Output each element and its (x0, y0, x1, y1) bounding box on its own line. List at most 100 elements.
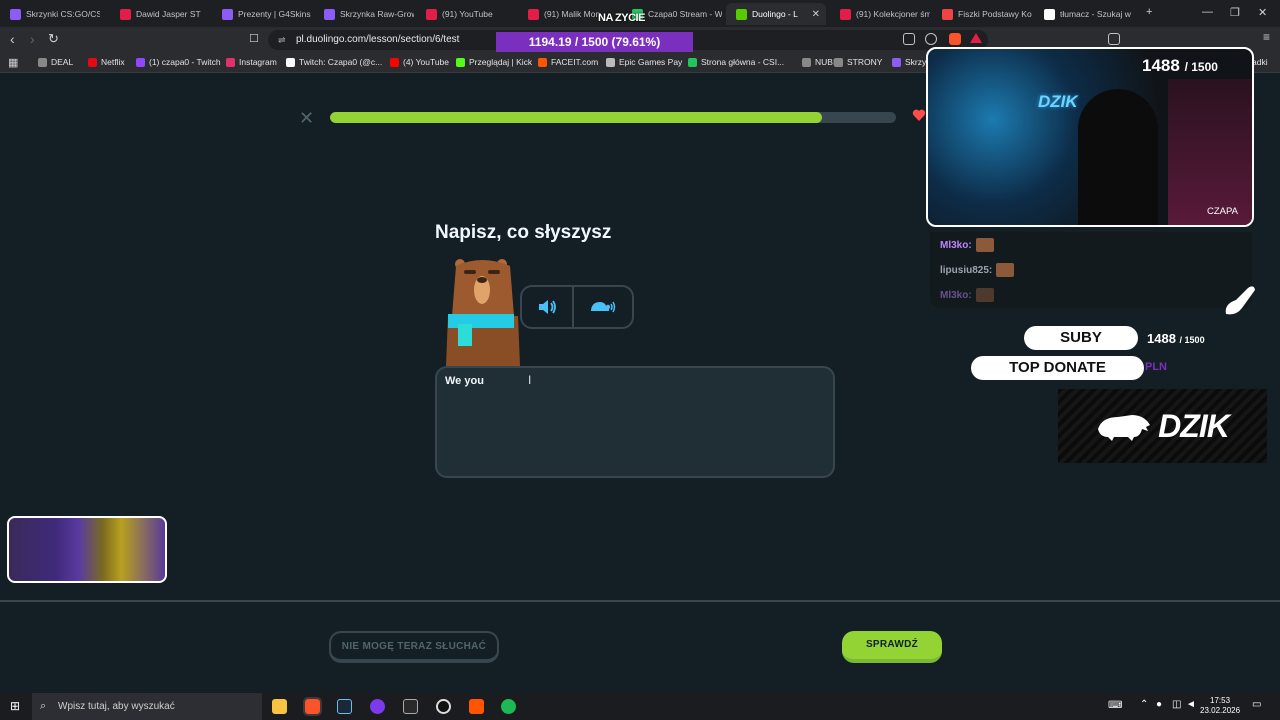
menu-icon[interactable]: ≡ (1263, 30, 1275, 44)
bookmark-item[interactable]: (1) czapa0 - Twitch (136, 57, 221, 67)
chat-user: Ml3ko: (940, 289, 972, 301)
brave-shield-icon[interactable] (949, 33, 961, 45)
subs-max: / 1500 (1179, 335, 1205, 345)
browser-tab[interactable]: (91) Kolekcjoner śm (830, 3, 930, 25)
tab-favicon-icon (222, 8, 233, 20)
bookmark-item[interactable]: Przeglądaj | Kick (456, 57, 532, 67)
bookmark-item[interactable]: Strona główna - CSI... (688, 57, 784, 67)
bookmark-item[interactable]: NUBI (802, 57, 835, 67)
apps-grid-icon[interactable]: ▦ (8, 56, 18, 69)
system-clock[interactable]: 17:53 23.02.2026 (1200, 696, 1240, 716)
answer-textarea[interactable]: We you (435, 366, 835, 478)
streamer-name: CZAPA (1207, 206, 1238, 217)
play-slow-audio-button[interactable] (574, 287, 632, 327)
screen-cast-icon[interactable] (903, 33, 915, 45)
new-tab-icon[interactable]: + (1146, 6, 1152, 18)
cant-listen-button[interactable]: NIE MOGĘ TERAZ SŁUCHAĆ (329, 631, 499, 663)
discord-icon[interactable] (370, 699, 385, 714)
bookmark-icon (802, 57, 811, 67)
cam-sub-counter: 1488 / 1500 (1142, 56, 1218, 76)
tray-chevron-icon[interactable]: ⌃ (1140, 699, 1148, 710)
browser-tab[interactable]: Prezenty | G4Skins (212, 3, 312, 25)
chat-message: Ml3ko: (940, 288, 994, 302)
maximize-icon[interactable]: ❐ (1230, 6, 1240, 19)
bookmark-icon (136, 57, 145, 67)
bookmark-item[interactable]: Epic Games Pay (606, 57, 682, 67)
bookmark-label: Strona główna - CSI... (701, 57, 785, 67)
search-icon: ⌕ (40, 700, 47, 712)
share-icon[interactable] (925, 33, 937, 45)
bear-character-illustration (446, 259, 520, 366)
notifications-icon[interactable]: ▭ (1252, 699, 1261, 710)
dzik-logo-small: DZIK (1038, 92, 1078, 111)
bookmark-icon (606, 57, 615, 67)
dzik-banner-text: DZIK (1158, 407, 1230, 444)
chat-overlay: Ml3ko: lipusiu825: Ml3ko: (930, 232, 1252, 308)
bookmark-item[interactable]: DEAL (38, 57, 73, 67)
bookmark-item[interactable]: FACEIT.com (538, 57, 598, 67)
bookmark-item[interactable]: Netflix (88, 57, 125, 67)
keyboard-icon[interactable]: ⌨ (1108, 700, 1122, 711)
browser-tab[interactable]: tłumacz - Szukaj w (1034, 3, 1134, 25)
tab-label: Skrzynka Raw-Grow (340, 9, 414, 19)
browser-tab[interactable]: (91) YouTube (416, 3, 516, 25)
bookmark-label: Instagram (239, 57, 277, 67)
forward-icon[interactable]: › (30, 32, 35, 46)
brave-browser-icon[interactable] (303, 697, 322, 716)
bookmark-icon (390, 57, 399, 67)
browser-tab[interactable]: Dawid Jasper ST (110, 3, 210, 25)
paw-icon (1225, 286, 1255, 315)
browser-tab[interactable]: Skrzynki CS:GO/CS2 (0, 3, 100, 25)
windows-start-icon[interactable]: ⊞ (10, 699, 20, 713)
browser-tab[interactable]: Duolingo - L ✕ (726, 3, 826, 25)
close-lesson-icon[interactable]: ✕ (299, 108, 314, 129)
back-icon[interactable]: ‹ (10, 32, 15, 46)
faceit-icon[interactable] (469, 699, 484, 714)
chair-illustration (1168, 79, 1252, 225)
microphone-icon[interactable]: ● (1156, 699, 1162, 710)
chat-user: Ml3ko: (940, 239, 972, 251)
bookmark-item[interactable]: Twitch: Czapa0 (@c... (286, 57, 382, 67)
volume-icon[interactable]: ◄ (1186, 699, 1196, 710)
bookmark-icon (538, 57, 547, 67)
tab-favicon-icon (120, 8, 131, 20)
obs-icon[interactable] (436, 699, 451, 714)
bookmark-item[interactable]: STRONY (834, 57, 882, 67)
brave-rewards-icon[interactable] (970, 33, 982, 43)
steam-icon[interactable] (337, 699, 352, 714)
streamer-silhouette (1078, 89, 1158, 225)
site-info-icon[interactable]: ⇌ (278, 30, 286, 50)
bookmark-item[interactable]: Skrzy (892, 57, 926, 67)
check-button[interactable]: SPRAWDŹ (842, 631, 942, 663)
epic-games-icon[interactable] (403, 699, 418, 714)
browser-tab[interactable]: Fiszki Podstawy Kol (932, 3, 1032, 25)
network-icon[interactable]: ◫ (1172, 699, 1181, 710)
extensions-icon[interactable] (1108, 33, 1120, 45)
bookmark-item[interactable]: Instagram (226, 57, 277, 67)
turtle-icon (591, 301, 616, 313)
bookmark-page-icon[interactable]: ☐ (249, 32, 259, 46)
emote-icon (996, 263, 1015, 277)
bookmark-label: FACEIT.com (551, 57, 599, 67)
minimize-icon[interactable]: — (1202, 6, 1213, 18)
cam-sub-count: 1488 (1142, 56, 1180, 75)
close-window-icon[interactable]: ✕ (1258, 6, 1267, 19)
tab-favicon-icon (840, 8, 851, 20)
bookmark-item[interactable]: (4) YouTube (390, 57, 449, 67)
bookmark-icon (456, 57, 465, 67)
browser-tab[interactable]: Skrzynka Raw-Grow (314, 3, 414, 25)
file-explorer-icon[interactable] (272, 699, 287, 714)
close-tab-icon[interactable]: ✕ (812, 9, 820, 20)
tab-favicon-icon (942, 8, 953, 20)
cam-sub-max: / 1500 (1184, 60, 1218, 74)
lesson-progress-bar (330, 112, 896, 123)
other-bookmarks-label[interactable]: adki (1252, 57, 1268, 67)
chat-user: lipusiu825: (940, 264, 993, 276)
taskbar-search-box[interactable]: ⌕ Wpisz tutaj, aby wyszukać (32, 693, 262, 720)
tab-favicon-icon (426, 8, 437, 20)
tab-favicon-icon (1044, 8, 1055, 20)
bookmark-label: Skrzy (905, 57, 927, 67)
reload-icon[interactable]: ↻ (48, 32, 59, 46)
play-audio-button[interactable] (522, 287, 572, 327)
spotify-icon[interactable] (501, 699, 516, 714)
